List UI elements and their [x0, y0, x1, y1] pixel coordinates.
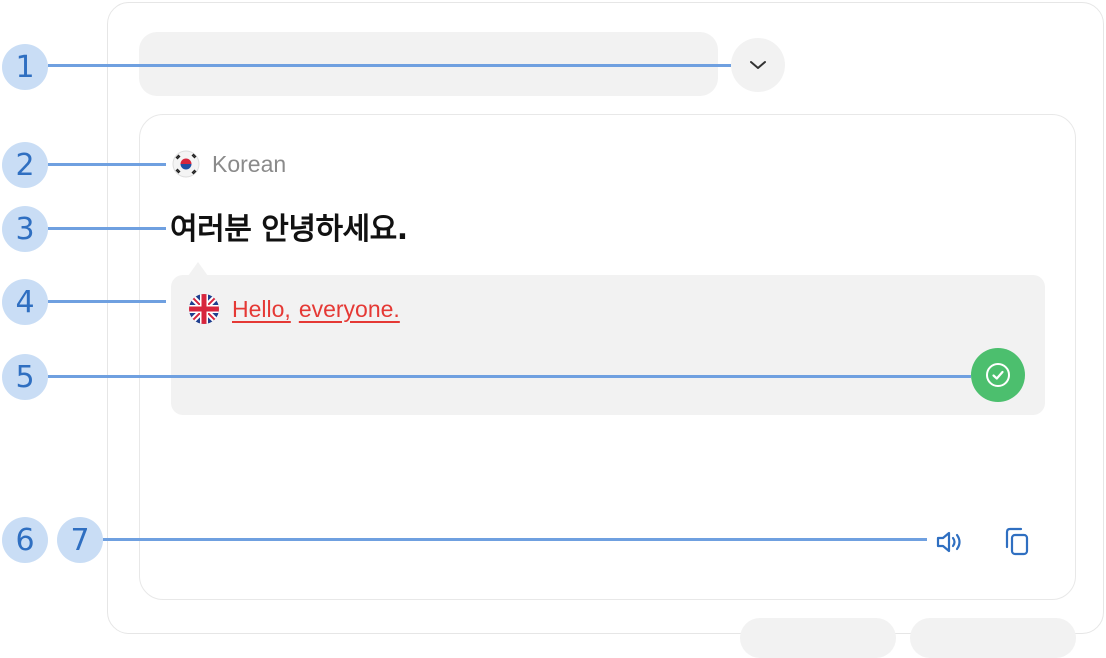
chevron-down-icon [750, 61, 766, 69]
callout-line [48, 300, 166, 303]
callout-marker: 3 [2, 206, 48, 252]
callout-line [48, 375, 971, 378]
callout-marker: 5 [2, 354, 48, 400]
callout-line [48, 163, 166, 166]
accept-button[interactable] [971, 348, 1025, 402]
check-circle-icon [986, 363, 1010, 387]
bottom-action-left[interactable] [740, 618, 896, 658]
bottom-action-right[interactable] [910, 618, 1076, 658]
translation-line: Hello, everyone. [188, 293, 400, 325]
translation-pointer [188, 262, 208, 276]
callout-marker: 6 [2, 517, 48, 563]
callout-line [103, 538, 927, 541]
callout-marker: 7 [57, 517, 103, 563]
translation-word[interactable]: everyone. [299, 296, 400, 323]
copy-button[interactable] [999, 524, 1035, 560]
source-language-label: Korean [212, 150, 287, 177]
callout-marker: 1 [2, 44, 48, 90]
callout-line [48, 64, 731, 67]
expand-button[interactable] [731, 38, 785, 92]
source-language: Korean [172, 148, 286, 180]
callout-line [48, 227, 166, 230]
translation-word[interactable]: Hello, [232, 296, 291, 323]
callout-marker: 2 [2, 142, 48, 188]
uk-flag-icon [189, 294, 219, 324]
speaker-icon [936, 531, 961, 553]
south-korea-flag-icon [172, 150, 200, 178]
speak-button[interactable] [932, 526, 968, 558]
source-text: 여러분 안녕하세요. [170, 212, 408, 247]
copy-icon [1005, 527, 1029, 556]
callout-marker: 4 [2, 279, 48, 325]
